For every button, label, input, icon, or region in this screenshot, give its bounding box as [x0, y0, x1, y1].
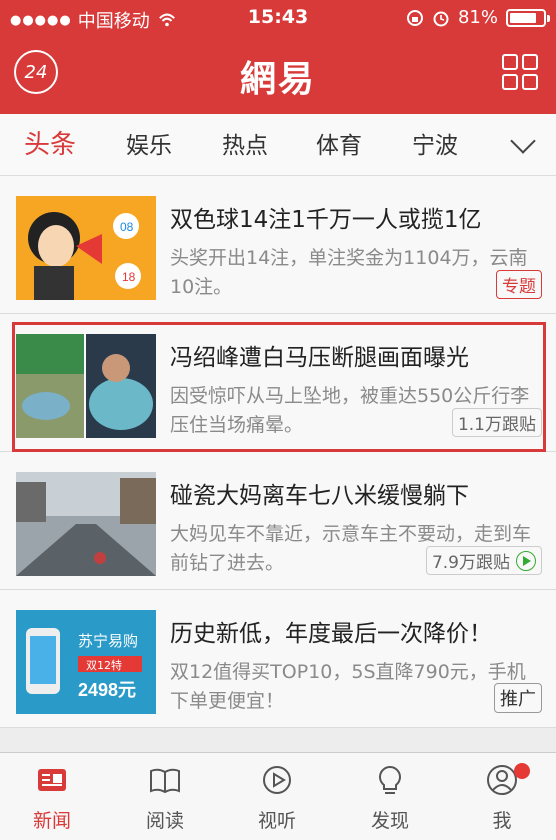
svg-text:08: 08 — [120, 220, 134, 234]
app-logo: 網易 — [239, 58, 316, 100]
battery-percent: 81% — [457, 7, 498, 28]
news-thumbnail — [16, 472, 156, 576]
grid-menu-icon[interactable] — [502, 54, 538, 90]
bottom-tab-label: 发现 — [370, 810, 409, 832]
news-item[interactable]: 碰瓷大妈离车七八米缓慢躺下 大妈见车不靠近，示意车主不要动，走到车前钻了进去。 … — [0, 452, 556, 590]
category-tabs: 头条 娱乐 热点 体育 宁波 — [0, 114, 556, 176]
tab-entertainment[interactable]: 娱乐 — [126, 126, 172, 160]
ad-subtitle: 双12特 — [86, 658, 122, 672]
news-title: 历史新低，年度最后一次降价！ — [170, 621, 492, 647]
battery-icon — [506, 8, 550, 27]
selection-highlight — [12, 322, 546, 452]
news-thumbnail: 08 18 — [16, 196, 156, 300]
app-header: ●●●●● 中国移动 15:43 81% 24 網易 — [0, 0, 556, 114]
notification-dot — [514, 763, 530, 779]
ad-brand: 苏宁易购 — [78, 632, 138, 650]
tab-headlines[interactable]: 头条 — [24, 124, 76, 161]
tab-hot[interactable]: 热点 — [222, 126, 268, 160]
book-icon — [150, 768, 180, 794]
ad-thumbnail: 苏宁易购 双12特 2498元 — [16, 610, 156, 714]
bottom-tab-bar: 新闻 阅读 视听 发现 我 — [0, 752, 556, 840]
navigation-bar: 24 網易 — [0, 36, 556, 114]
comment-count-badge: 7.9万跟贴 — [425, 546, 542, 575]
comment-count-label: 7.9万跟贴 — [431, 553, 510, 573]
bottom-tab-label: 我 — [492, 810, 512, 832]
rotation-lock-icon — [406, 9, 423, 26]
play-icon — [516, 551, 536, 571]
news-summary: 双12值得买TOP10，5S直降790元，手机下单更便宜！ — [170, 661, 526, 712]
bottom-tab-discover[interactable]: 发现 — [350, 763, 430, 833]
tab-sports[interactable]: 体育 — [316, 126, 362, 160]
play-circle-icon — [263, 766, 291, 794]
tab-ningbo[interactable]: 宁波 — [412, 126, 458, 160]
ad-price: 2498元 — [78, 680, 136, 700]
topic-badge: 专题 — [496, 270, 542, 299]
svg-text:18: 18 — [122, 270, 136, 284]
news-item[interactable]: 苏宁易购 双12特 2498元 历史新低，年度最后一次降价！ 双12值得买TOP… — [0, 590, 556, 728]
bottom-tab-reading[interactable]: 阅读 — [125, 763, 205, 833]
alarm-icon — [433, 11, 449, 26]
bottom-tab-news[interactable]: 新闻 — [12, 763, 92, 833]
chevron-down-icon[interactable] — [510, 128, 536, 154]
news-title: 双色球14注1千万一人或揽1亿 — [170, 207, 482, 233]
promotion-badge: 推广 — [494, 683, 542, 713]
bottom-tab-label: 阅读 — [145, 810, 184, 832]
lightbulb-icon — [379, 765, 401, 794]
bottom-tab-label: 新闻 — [32, 810, 71, 832]
bottom-tab-label: 视听 — [257, 810, 296, 832]
bottom-tab-me[interactable]: 我 — [462, 763, 542, 833]
newspaper-icon — [38, 769, 66, 791]
bottom-tab-media[interactable]: 视听 — [237, 763, 317, 833]
news-title: 碰瓷大妈离车七八米缓慢躺下 — [170, 483, 469, 509]
news-summary: 头奖开出14注，单注奖金为1104万，云南10注。 — [170, 247, 528, 298]
news-item[interactable]: 08 18 双色球14注1千万一人或揽1亿 头奖开出14注，单注奖金为1104万… — [0, 176, 556, 314]
status-bar: ●●●●● 中国移动 15:43 81% — [0, 0, 556, 36]
